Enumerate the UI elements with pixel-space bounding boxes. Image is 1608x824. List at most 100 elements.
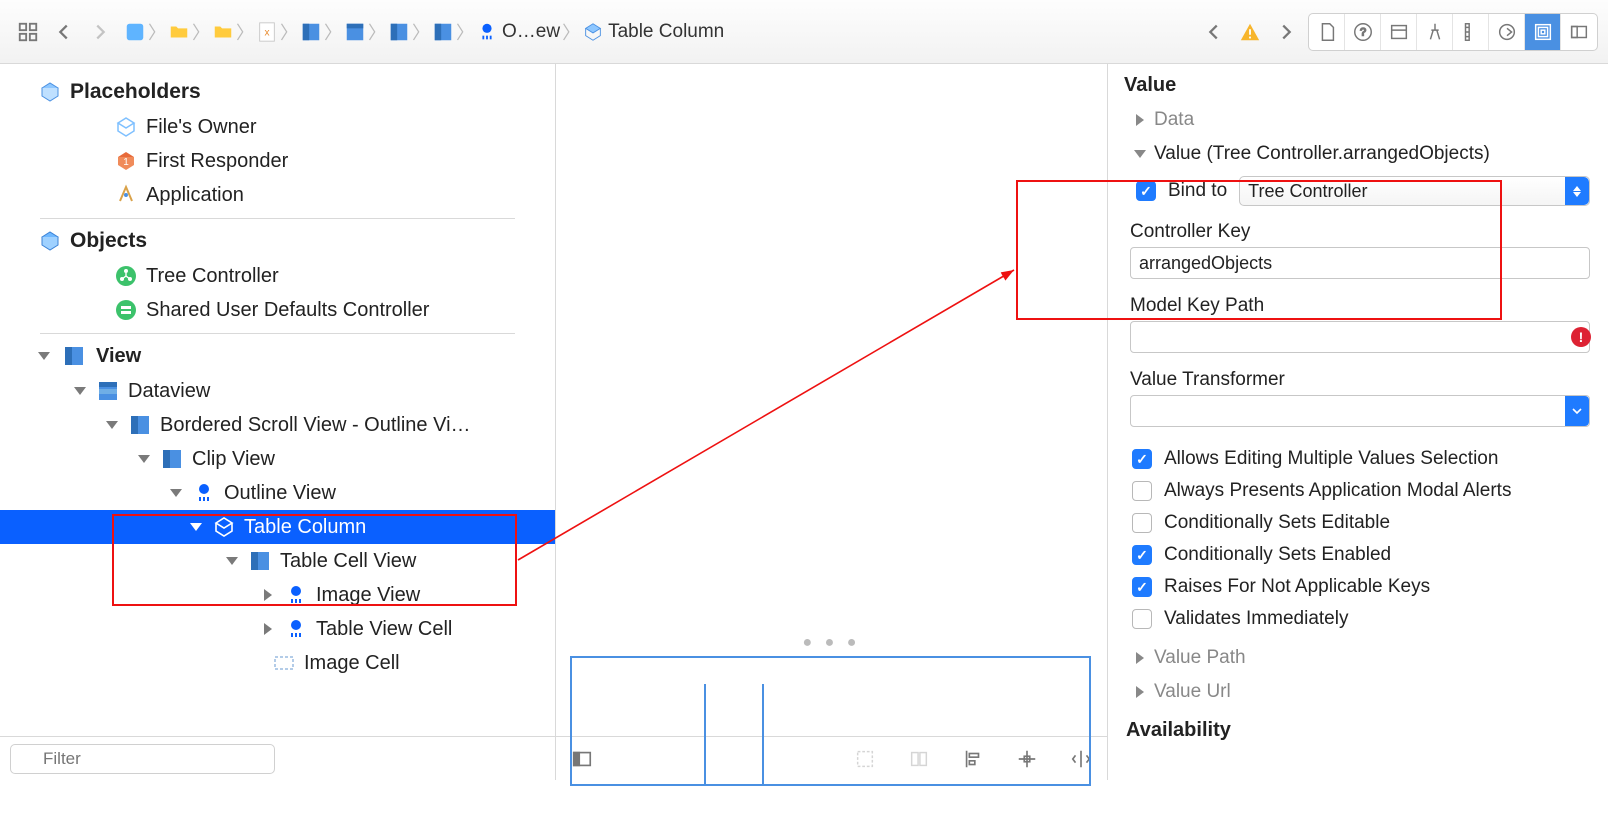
view-icon: [128, 413, 152, 437]
checkbox[interactable]: [1132, 481, 1152, 501]
bc-folder-2[interactable]: [212, 21, 234, 43]
inspector-tab-attributes-icon[interactable]: [1417, 14, 1453, 50]
inspector-tab-connections-icon[interactable]: [1489, 14, 1525, 50]
outline-bordered-scroll[interactable]: Bordered Scroll View - Outline Vi…: [0, 408, 555, 442]
bc-outlineview[interactable]: O…ew: [476, 21, 560, 43]
chevron-down-icon: [1565, 396, 1589, 426]
label: Outline View: [224, 482, 336, 505]
label: Clip View: [192, 448, 275, 471]
outline-table-view-cell[interactable]: Table View Cell: [0, 612, 555, 646]
top-toolbar: 〉 〉 〉 x 〉 〉 〉 〉 〉 O…ew 〉 Table Column ?: [0, 0, 1608, 64]
error-badge-icon: !: [1571, 327, 1591, 347]
outline-table-column[interactable]: Table Column: [0, 510, 555, 544]
warning-icon[interactable]: [1232, 14, 1268, 50]
embed-icon[interactable]: [853, 747, 877, 771]
ovcontroller-icon: [192, 481, 216, 505]
align-icon[interactable]: [907, 747, 931, 771]
cube-outline-icon: [114, 115, 138, 139]
label: Table View Cell: [316, 618, 452, 641]
stack-icon: [96, 379, 120, 403]
bc-prev-icon[interactable]: [1196, 14, 1232, 50]
outline-shared-defaults[interactable]: Shared User Defaults Controller: [0, 293, 555, 327]
inspector-tab-size-icon[interactable]: [1453, 14, 1489, 50]
selection-frame: [570, 656, 1091, 786]
controller-key-field[interactable]: arrangedObjects: [1130, 247, 1590, 279]
label: Table Cell View: [280, 550, 416, 573]
outline-files-owner[interactable]: File's Owner: [0, 110, 555, 144]
value-header: Value: [1108, 64, 1608, 103]
inspector-tab-identity-icon[interactable]: [1381, 14, 1417, 50]
outline-first-responder[interactable]: 1First Responder: [0, 144, 555, 178]
model-key-path-field[interactable]: !: [1130, 321, 1590, 353]
inspector-tab-help-icon[interactable]: ?: [1345, 14, 1381, 50]
checkbox[interactable]: [1132, 545, 1152, 565]
bc-xib[interactable]: x: [256, 21, 278, 43]
filter-input[interactable]: [10, 744, 275, 774]
bind-to-row: Bind to Tree Controller: [1108, 171, 1608, 211]
value-transformer-combo[interactable]: [1130, 395, 1590, 427]
view-header[interactable]: View: [0, 338, 555, 374]
canvas[interactable]: ● ● ●: [556, 64, 1107, 736]
value-path-row[interactable]: Value Path: [1108, 641, 1608, 675]
inspector-tab-effects-icon[interactable]: [1561, 14, 1597, 50]
outline-clip-view[interactable]: Clip View: [0, 442, 555, 476]
drag-handle-icon[interactable]: ● ● ●: [803, 634, 861, 652]
raises-na-row[interactable]: Raises For Not Applicable Keys: [1108, 571, 1608, 603]
responder-icon: 1: [114, 149, 138, 173]
image-cell-icon: [272, 651, 296, 675]
bind-to-checkbox[interactable]: [1136, 181, 1156, 201]
bc-view-2[interactable]: [344, 21, 366, 43]
bc-view-1[interactable]: [300, 21, 322, 43]
label: Application: [146, 184, 244, 207]
checkbox[interactable]: [1132, 449, 1152, 469]
related-items-icon[interactable]: [10, 14, 46, 50]
bc-folder-1[interactable]: [168, 21, 190, 43]
bc-view-4[interactable]: [432, 21, 454, 43]
bc-project[interactable]: [124, 21, 146, 43]
checkbox[interactable]: [1132, 577, 1152, 597]
controller-key-label: Controller Key: [1108, 211, 1608, 247]
inspector-tab-file-icon[interactable]: [1309, 14, 1345, 50]
allows-editing-row[interactable]: Allows Editing Multiple Values Selection: [1108, 443, 1608, 475]
outline-table-cell-view[interactable]: Table Cell View: [0, 544, 555, 578]
value-url-row[interactable]: Value Url: [1108, 675, 1608, 709]
placeholders-label: Placeholders: [70, 80, 201, 104]
label: Bordered Scroll View - Outline Vi…: [160, 414, 471, 437]
value-binding-row[interactable]: Value (Tree Controller.arrangedObjects): [1108, 137, 1608, 171]
ovcontroller-icon: [284, 617, 308, 641]
cube-white-icon: [212, 515, 236, 539]
bc-tablecolumn[interactable]: Table Column: [582, 21, 724, 43]
cond-editable-row[interactable]: Conditionally Sets Editable: [1108, 507, 1608, 539]
label: Conditionally Sets Editable: [1164, 512, 1390, 534]
outline-tree-controller[interactable]: Tree Controller: [0, 259, 555, 293]
bc-next-icon[interactable]: [1268, 14, 1304, 50]
bind-to-combo[interactable]: Tree Controller: [1239, 176, 1590, 206]
back-icon[interactable]: [46, 14, 82, 50]
validates-row[interactable]: Validates Immediately: [1108, 603, 1608, 635]
inspector-tab-bindings-icon[interactable]: [1525, 14, 1561, 50]
outline-application[interactable]: Application: [0, 178, 555, 212]
svg-text:1: 1: [123, 157, 129, 168]
always-presents-row[interactable]: Always Presents Application Modal Alerts: [1108, 475, 1608, 507]
svg-text:?: ?: [1359, 26, 1365, 38]
outline-outline-view[interactable]: Outline View: [0, 476, 555, 510]
bc-text-ow: O…ew: [502, 21, 560, 43]
checkbox[interactable]: [1132, 513, 1152, 533]
label: Value Url: [1154, 681, 1231, 703]
outline-dataview[interactable]: Dataview: [0, 374, 555, 408]
label: Value (Tree Controller.arrangedObjects): [1154, 143, 1490, 165]
checkbox[interactable]: [1132, 609, 1152, 629]
bc-view-3[interactable]: [388, 21, 410, 43]
bindings-inspector: Value Data Value (Tree Controller.arrang…: [1108, 64, 1608, 780]
cube-icon: [38, 80, 62, 104]
main-area: Placeholders File's Owner 1First Respond…: [0, 64, 1608, 780]
label: Allows Editing Multiple Values Selection: [1164, 448, 1498, 470]
data-binding-row[interactable]: Data: [1108, 103, 1608, 137]
placeholders-header: Placeholders: [0, 74, 555, 110]
defaults-controller-icon: [114, 298, 138, 322]
outline-image-view[interactable]: Image View: [0, 578, 555, 612]
inspector-tabs: ?: [1304, 13, 1598, 51]
cond-enabled-row[interactable]: Conditionally Sets Enabled: [1108, 539, 1608, 571]
objects-label: Objects: [70, 229, 147, 253]
outline-image-cell[interactable]: Image Cell: [0, 646, 555, 680]
